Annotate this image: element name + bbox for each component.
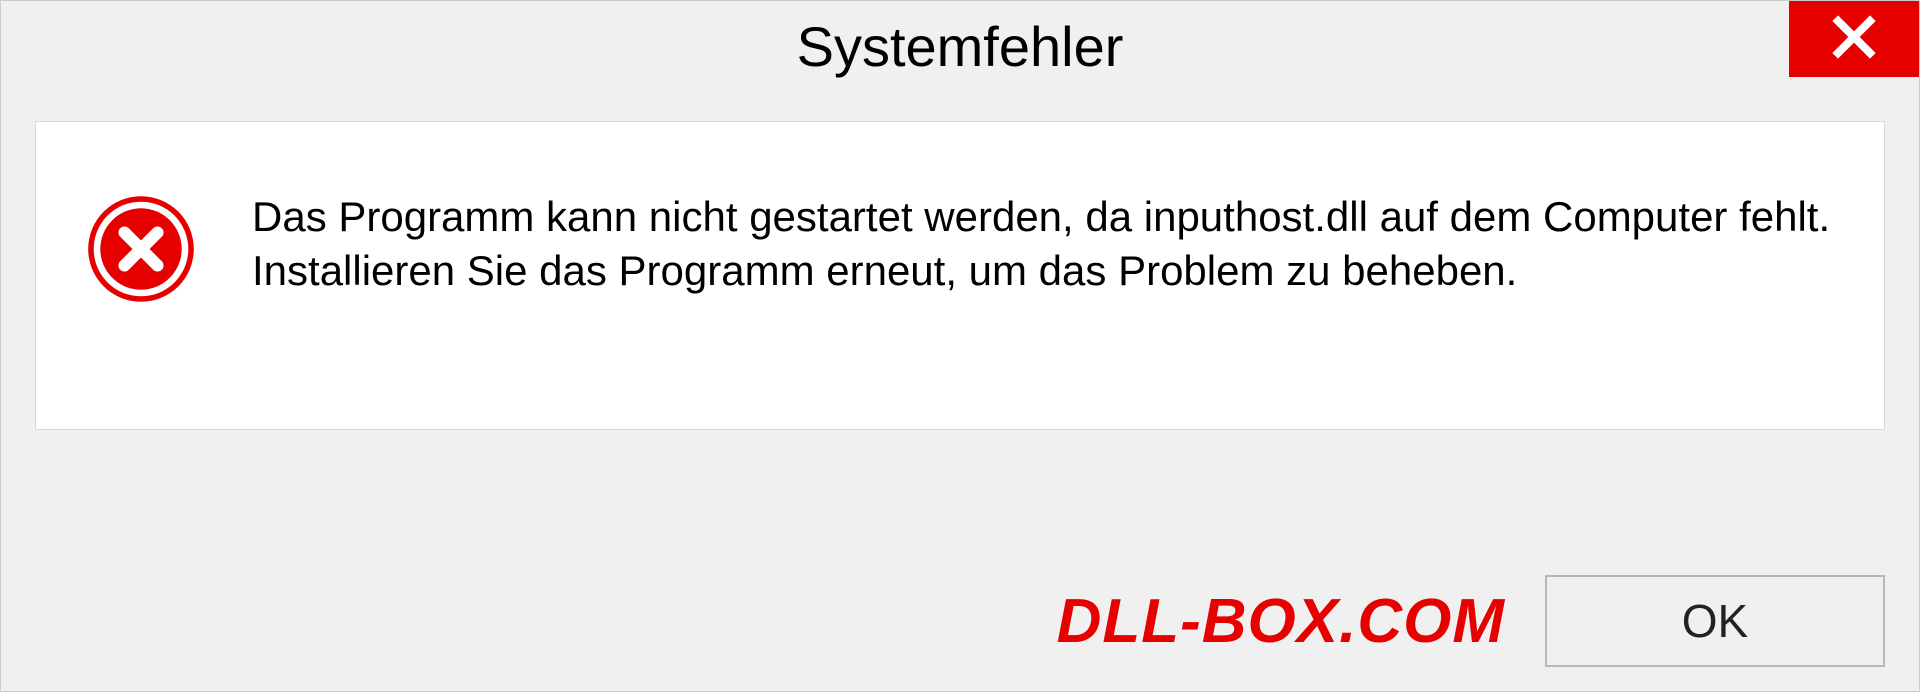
error-message: Das Programm kann nicht gestartet werden… [252, 190, 1834, 298]
dialog-title: Systemfehler [797, 14, 1124, 79]
ok-button[interactable]: OK [1545, 575, 1885, 667]
titlebar: Systemfehler [1, 1, 1919, 91]
error-icon [86, 194, 196, 309]
close-icon [1830, 13, 1878, 66]
dialog-footer: DLL-BOX.COM OK [1, 575, 1919, 667]
watermark-text: DLL-BOX.COM [1057, 586, 1505, 657]
content-panel: Das Programm kann nicht gestartet werden… [35, 121, 1885, 430]
close-button[interactable] [1789, 1, 1919, 77]
